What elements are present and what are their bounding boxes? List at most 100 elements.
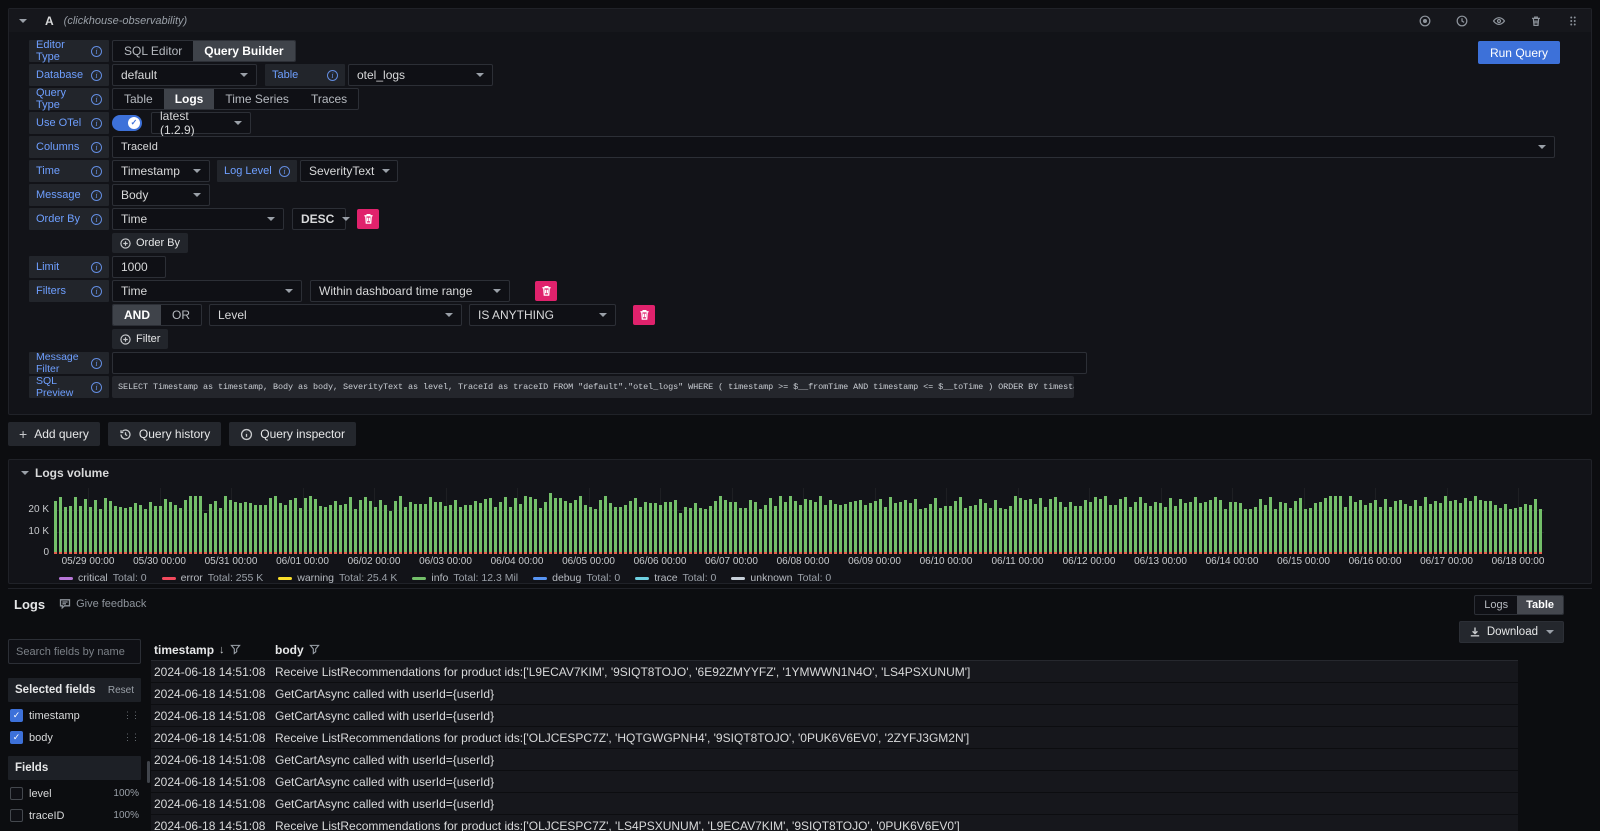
or-option[interactable]: OR [161,305,201,325]
add-order-by-button[interactable]: Order By [112,233,188,253]
drag-handle-icon[interactable]: ⋮⋮ [123,710,139,721]
filter1-operator-select[interactable]: Within dashboard time range [310,280,510,302]
legend-item-error[interactable]: errorTotal: 255 K [162,572,264,584]
query-footer: + Add query Query history Query inspecto… [8,422,1592,446]
info-icon[interactable]: i [279,166,290,177]
table-select[interactable]: otel_logs [348,64,493,86]
info-icon[interactable]: i [327,70,338,81]
checkbox-unchecked[interactable] [10,787,23,800]
table-row[interactable]: 2024-06-18 14:51:08GetCartAsync called w… [151,771,1518,793]
message-filter-input[interactable] [112,352,1087,374]
table-row[interactable]: 2024-06-18 14:51:08GetCartAsync called w… [151,749,1518,771]
checkbox-checked[interactable] [10,731,23,744]
info-icon[interactable]: i [91,94,102,105]
info-icon[interactable]: i [91,166,102,177]
info-icon[interactable]: i [91,190,102,201]
query-history-icon[interactable] [1454,13,1470,29]
query-type-logs[interactable]: Logs [164,89,215,109]
info-icon[interactable]: i [91,382,102,393]
logs-table-body: 2024-06-18 14:51:08Receive ListRecommend… [151,661,1518,831]
run-query-button[interactable]: Run Query [1478,41,1560,64]
table-row[interactable]: 2024-06-18 14:51:08Receive ListRecommend… [151,815,1518,831]
limit-input[interactable] [112,256,166,278]
legend-item-trace[interactable]: traceTotal: 0 [635,572,716,584]
view-table-option[interactable]: Table [1517,596,1563,614]
query-history-button[interactable]: Query history [108,422,221,446]
info-icon[interactable]: i [91,262,102,273]
info-icon[interactable]: i [91,142,102,153]
remove-filter1-button[interactable] [535,281,557,301]
add-query-button[interactable]: + Add query [8,422,100,446]
logs-volume-plot[interactable] [54,488,1544,554]
filter-icon[interactable] [230,644,241,655]
otel-toggle[interactable]: ✓ [112,115,142,131]
info-icon[interactable]: i [91,46,102,57]
time-column-select[interactable]: Timestamp [112,160,210,182]
legend-item-critical[interactable]: criticalTotal: 0 [59,572,147,584]
info-icon[interactable]: i [91,118,102,129]
view-logs-option[interactable]: Logs [1475,596,1517,614]
collapse-chevron-icon[interactable] [21,471,29,475]
give-feedback-button[interactable]: Give feedback [59,598,146,610]
columns-multiselect[interactable]: TraceId [112,136,1555,158]
table-row[interactable]: 2024-06-18 14:51:08GetCartAsync called w… [151,683,1518,705]
disable-query-icon[interactable] [1417,13,1433,29]
table-row[interactable]: 2024-06-18 14:51:08Receive ListRecommend… [151,727,1518,749]
volume-bar [764,505,767,554]
filter2-operator-select[interactable]: IS ANYTHING [469,304,616,326]
order-by-field-select[interactable]: Time [112,208,284,230]
database-select[interactable]: default [112,64,257,86]
logs-volume-header[interactable]: Logs volume [17,466,1544,480]
info-icon[interactable]: i [91,70,102,81]
filter-icon[interactable] [309,644,320,655]
table-row[interactable]: 2024-06-18 14:51:08GetCartAsync called w… [151,793,1518,815]
timestamp-column-header[interactable]: timestamp ↓ [151,643,275,657]
collapse-chevron-icon[interactable] [19,19,27,23]
legend-item-warning[interactable]: warningTotal: 25.4 K [278,572,397,584]
query-type-table[interactable]: Table [113,89,164,109]
remove-filter2-button[interactable] [633,305,655,325]
query-builder-option[interactable]: Query Builder [193,41,294,61]
query-type-traces[interactable]: Traces [300,89,358,109]
legend-item-unknown[interactable]: unknownTotal: 0 [731,572,831,584]
query-row-header[interactable]: A (clickhouse-observability) [9,9,1591,32]
query-inspector-button[interactable]: Query inspector [229,422,356,446]
volume-bar [874,501,877,554]
volume-bar [1534,499,1537,554]
sql-editor-option[interactable]: SQL Editor [113,41,193,61]
checkbox-unchecked[interactable] [10,809,23,822]
sql-preview-code[interactable]: SELECT Timestamp as timestamp, Body as b… [112,376,1074,398]
remove-order-by-button[interactable] [357,209,379,229]
hide-response-icon[interactable] [1491,13,1507,29]
and-option[interactable]: AND [113,305,161,325]
download-button[interactable]: Download [1459,621,1564,643]
otel-version-select[interactable]: latest (1.2.9) [151,112,251,134]
delete-query-icon[interactable] [1528,13,1544,29]
info-icon[interactable]: i [91,358,102,369]
checkbox-checked[interactable] [10,709,23,722]
volume-bar [194,496,197,554]
reset-fields-button[interactable]: Reset [108,685,134,696]
filter2-field-select[interactable]: Level [209,304,462,326]
order-by-direction-select[interactable]: DESC [292,208,346,230]
volume-bar [1514,508,1517,554]
sidebar-scrollbar[interactable] [147,761,150,783]
search-fields-input[interactable] [8,639,141,664]
table-row[interactable]: 2024-06-18 14:51:08Receive ListRecommend… [151,661,1518,683]
volume-bar [979,499,982,554]
query-type-time-series[interactable]: Time Series [214,89,300,109]
add-filter-button[interactable]: Filter [112,329,168,349]
sort-desc-icon[interactable]: ↓ [219,644,225,656]
drag-handle-icon[interactable] [1565,13,1581,29]
filter1-field-select[interactable]: Time [112,280,302,302]
log-level-select[interactable]: SeverityText [300,160,398,182]
legend-item-debug[interactable]: debugTotal: 0 [533,572,620,584]
body-column-header[interactable]: body [275,643,320,657]
volume-bar [114,506,117,554]
info-icon[interactable]: i [91,286,102,297]
info-icon[interactable]: i [91,214,102,225]
drag-handle-icon[interactable]: ⋮⋮ [123,732,139,743]
legend-item-info[interactable]: infoTotal: 12.3 Mil [412,572,518,584]
message-column-select[interactable]: Body [112,184,210,206]
table-row[interactable]: 2024-06-18 14:51:08GetCartAsync called w… [151,705,1518,727]
